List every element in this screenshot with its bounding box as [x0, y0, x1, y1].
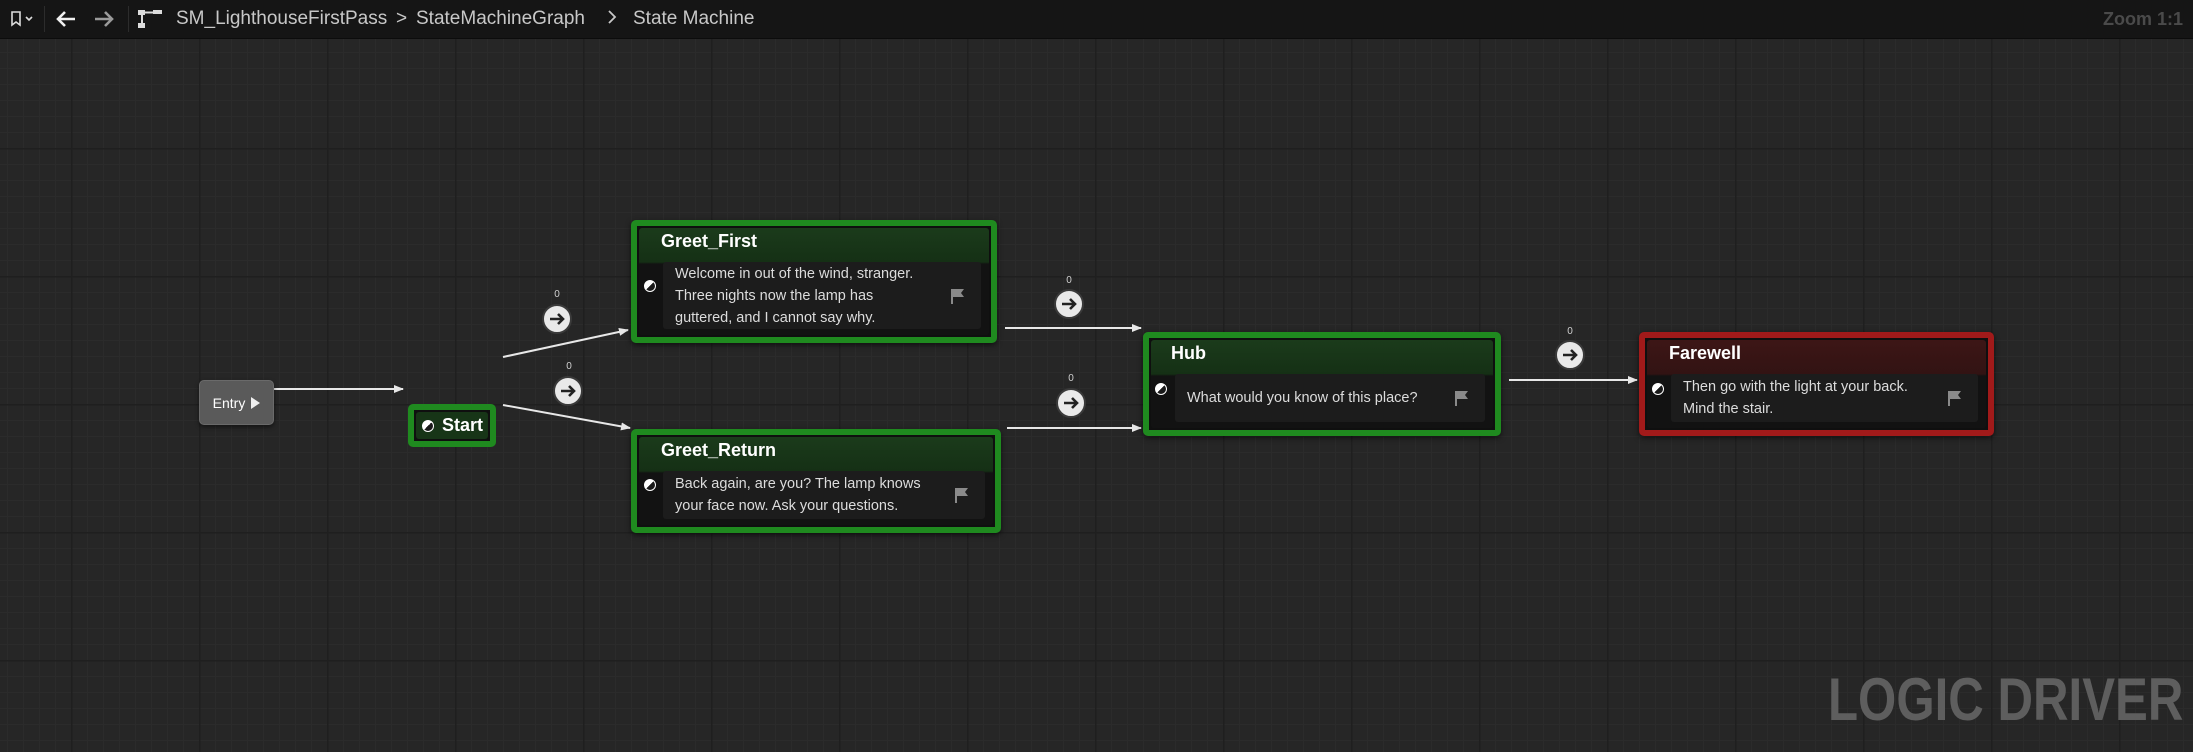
entry-label: Entry [212, 394, 246, 411]
arrow-right-icon [1064, 397, 1079, 409]
state-hub[interactable]: Hub What would you know of this place? [1143, 332, 1501, 436]
flag-icon [955, 488, 968, 503]
transition-greet-first-hub[interactable] [1054, 289, 1084, 319]
breadcrumb-current: State Machine [633, 8, 755, 29]
state-greet-return[interactable]: Greet_Return Back again, are you? The la… [631, 429, 1001, 533]
entry-node[interactable]: Entry [199, 380, 274, 425]
flag-icon [1948, 391, 1961, 406]
arrow-right-icon [1062, 298, 1077, 310]
breadcrumb-asset[interactable]: SM_LighthouseFirstPass [176, 8, 387, 30]
arrow-left-icon [56, 11, 75, 27]
arrow-right-icon [561, 385, 576, 397]
hierarchy-icon [138, 10, 162, 28]
state-half-circle-icon [644, 280, 656, 292]
state-title: Hub [1171, 343, 1206, 363]
state-half-circle-icon [1155, 383, 1167, 395]
state-dialogue-text: What would you know of this place? [1187, 390, 1418, 406]
flag-icon [951, 288, 964, 304]
chevron-right-icon [608, 10, 617, 24]
graph-hierarchy-button[interactable] [134, 4, 166, 34]
state-title: Greet_Return [661, 440, 777, 460]
state-dialogue-text: Welcome in out of the wind, stranger. Th… [675, 265, 914, 326]
transition-priority: 0 [566, 361, 572, 372]
logic-driver-watermark: LOGIC DRIVER [1827, 666, 2183, 733]
transition-priority: 0 [1068, 373, 1074, 384]
transition-start-greet-first[interactable] [542, 304, 572, 334]
bookmark-dropdown-button[interactable] [4, 4, 40, 34]
transition-hub-farewell[interactable] [1555, 340, 1585, 370]
transition-priority: 0 [1066, 275, 1072, 286]
arrow-right-icon [95, 11, 114, 27]
state-half-circle-icon [1652, 383, 1664, 395]
graph-toolbar: SM_LighthouseFirstPass > StateMachineGra… [0, 0, 2193, 39]
transition-greet-return-hub[interactable] [1056, 388, 1086, 418]
wire-start-greet-first [502, 327, 629, 358]
state-dialogue-text: Back again, are you? The lamp knows your… [675, 476, 921, 514]
back-button[interactable] [52, 4, 80, 34]
arrow-right-icon [550, 313, 565, 325]
flag-icon [1455, 391, 1468, 406]
forward-button[interactable] [90, 4, 118, 34]
entry-pin-icon [251, 396, 261, 409]
graph-canvas[interactable]: Entry Start 0 0 0 0 0 Greet_First Welcom… [0, 39, 2193, 752]
transition-priority: 0 [1567, 326, 1573, 337]
state-farewell[interactable]: Farewell Then go with the light at your … [1639, 332, 1994, 436]
state-start[interactable]: Start [408, 404, 496, 447]
arrow-right-icon [1563, 349, 1578, 361]
transition-start-greet-return[interactable] [553, 376, 583, 406]
state-title: Greet_First [661, 231, 758, 251]
state-half-circle-icon [422, 420, 434, 432]
state-greet-first[interactable]: Greet_First Welcome in out of the wind, … [631, 220, 997, 343]
breadcrumb-graph[interactable]: StateMachineGraph [416, 8, 585, 30]
state-dialogue-text: Then go with the light at your back. Min… [1683, 379, 1908, 417]
breadcrumb-separator-icon [606, 8, 618, 32]
state-half-circle-icon [644, 479, 656, 491]
breadcrumb-separator: > [396, 8, 408, 29]
state-start-label: Start [442, 415, 484, 435]
bookmark-icon [11, 11, 33, 27]
wire-start-greet-return [502, 404, 631, 431]
state-title: Farewell [1669, 343, 1742, 363]
zoom-level: Zoom 1:1 [2102, 9, 2183, 29]
transition-priority: 0 [554, 289, 560, 300]
